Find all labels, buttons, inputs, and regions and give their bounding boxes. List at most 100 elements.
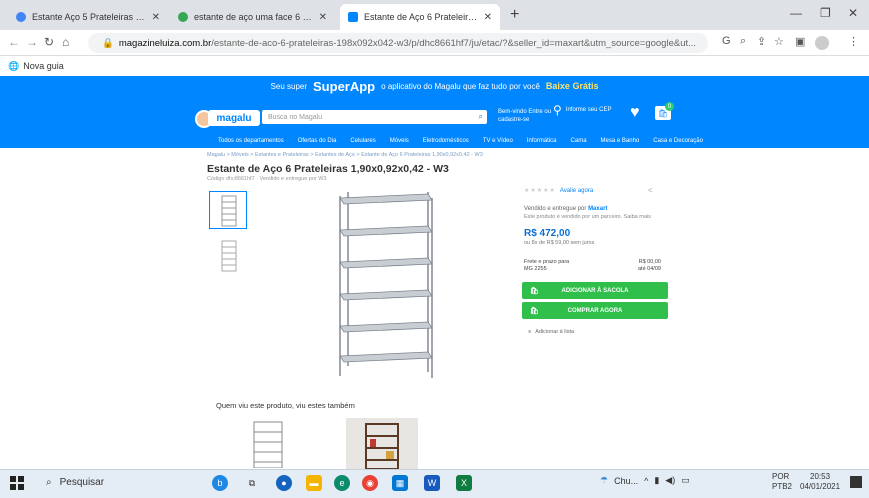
new-tab-button[interactable]: + <box>510 6 519 24</box>
tab-2[interactable]: estante de aço uma face 6 prate... ✕ <box>170 4 335 30</box>
back-icon[interactable]: ← <box>8 35 20 49</box>
clock[interactable]: POR PTB2 20:53 04/01/2021 <box>772 472 840 492</box>
sidebar-icon[interactable]: ▣ <box>795 35 805 48</box>
taskbar-search-label: Pesquisar <box>59 477 105 488</box>
also-viewed-title: Quem viu este produto, viu estes também <box>216 401 355 410</box>
reload-icon[interactable]: ↻ <box>44 35 54 49</box>
category-2[interactable]: Celulares <box>350 138 375 144</box>
weather-icon: ☂ <box>600 475 609 485</box>
tab-1-title: Estante Aço 5 Prateleiras Com 1,... <box>32 12 146 22</box>
promo-text: Seu super <box>270 81 308 91</box>
address-bar[interactable]: 🔒 magazineluiza.com.br /estante-de-aco-6… <box>88 33 708 53</box>
promo-cta[interactable]: Baixe Grátis <box>546 81 599 91</box>
installments-text: ou 8x de R$ 59,00 sem juros <box>524 240 595 246</box>
forward-icon[interactable]: → <box>26 35 38 49</box>
category-5[interactable]: TV e Vídeo <box>483 138 513 144</box>
shipping-label[interactable]: Frete e prazo para MG 2255 <box>524 259 569 273</box>
cart-count-badge: 0 <box>665 102 674 111</box>
product-title: Estante de Aço 6 Prateleiras 1,90x0,92x0… <box>207 163 449 175</box>
category-4[interactable]: Eletrodomésticos <box>423 138 469 144</box>
shelf-thumbnail-image <box>221 240 237 272</box>
magalu-icon <box>348 12 358 22</box>
product-thumbnail-1[interactable] <box>209 191 247 229</box>
google-icon <box>16 12 26 22</box>
magalu-logo[interactable]: magalu <box>208 110 260 126</box>
category-0[interactable]: Todos os departamentos <box>218 138 284 144</box>
file-explorer-icon[interactable]: ▬ <box>306 475 322 491</box>
minimize-icon[interactable]: — <box>790 6 802 20</box>
add-to-list-link[interactable]: ≡ Adicionar à lista <box>528 329 574 335</box>
zoom-icon[interactable]: ⌕ <box>740 35 746 48</box>
app-icon[interactable]: ● <box>276 475 292 491</box>
network-icon[interactable]: ▮ <box>654 475 659 486</box>
word-icon[interactable]: W <box>424 475 440 491</box>
maximize-icon[interactable]: ❐ <box>820 6 831 20</box>
category-7[interactable]: Cama <box>571 138 587 144</box>
category-3[interactable]: Móveis <box>390 138 409 144</box>
google-lens-icon[interactable]: G <box>722 35 731 47</box>
recommended-product-image-2 <box>365 423 399 470</box>
location-pin-icon: ⚲ <box>553 103 562 117</box>
close-icon[interactable]: ✕ <box>152 12 160 23</box>
login-link[interactable]: Bem-vindo Entre ou cadastre-se <box>498 108 558 124</box>
seller-name[interactable]: Maxart <box>588 206 607 212</box>
keyboard-icon[interactable]: ▭ <box>681 475 690 486</box>
cep-label: Informe seu CEP <box>565 107 612 113</box>
volume-icon[interactable]: ◀) <box>665 475 675 486</box>
windows-start-icon[interactable] <box>10 476 24 490</box>
product-thumbnail-2[interactable] <box>209 236 247 274</box>
cep-link[interactable]: ⚲ Informe seu CEP <box>553 103 623 117</box>
excel-icon[interactable]: X <box>456 475 472 491</box>
category-9[interactable]: Casa e Decoração <box>653 138 703 144</box>
add-to-list-label: Adicionar à lista <box>535 329 575 335</box>
browser-toolbar: ← → ↻ ⌂ 🔒 magazineluiza.com.br /estante-… <box>0 30 869 56</box>
category-6[interactable]: Informática <box>527 138 557 144</box>
share-icon[interactable]: < <box>648 186 653 195</box>
close-window-icon[interactable]: ✕ <box>848 6 858 20</box>
profile-icon[interactable] <box>815 36 829 50</box>
promo-banner[interactable]: Seu super SuperApp o aplicativo do Magal… <box>0 76 869 96</box>
system-tray[interactable]: ☂ Chu... ^ ▮ ◀) ▭ <box>600 475 690 486</box>
recommended-product-card-2[interactable] <box>346 418 418 470</box>
time: 20:53 <box>810 472 831 481</box>
category-8[interactable]: Mesa e Banho <box>601 138 640 144</box>
tray-chevron-icon[interactable]: ^ <box>644 476 648 486</box>
seller-info: Vendido e entregue por Maxart <box>524 206 607 212</box>
datetime: 20:53 04/01/2021 <box>800 472 840 492</box>
share-icon[interactable]: ⇪ <box>757 35 766 48</box>
store-icon[interactable]: ▦ <box>392 475 408 491</box>
promo-brand: SuperApp <box>313 78 376 94</box>
edge-icon[interactable]: e <box>334 475 350 491</box>
language-indicator[interactable]: POR PTB2 <box>772 472 792 492</box>
close-icon[interactable]: ✕ <box>319 12 327 23</box>
menu-icon[interactable]: ⋮ <box>848 35 859 48</box>
taskbar-search[interactable]: ⌕ Pesquisar <box>46 477 104 488</box>
bookmark-nova-guia[interactable]: Nova guia <box>23 61 64 71</box>
tab-1[interactable]: Estante Aço 5 Prateleiras Com 1,... ✕ <box>8 4 168 30</box>
tab-3-title: Estante de Aço 6 Prateleiras 1,90... <box>364 12 478 22</box>
wishlist-heart-icon[interactable]: ♥ <box>630 104 640 122</box>
recommended-product-image-1[interactable] <box>248 418 288 468</box>
chrome-icon[interactable]: ◉ <box>362 475 378 491</box>
tab-3[interactable]: Estante de Aço 6 Prateleiras 1,90... ✕ <box>340 4 500 30</box>
lock-icon: 🔒 <box>102 37 114 49</box>
buy-now-label: COMPRAR AGORA <box>567 307 623 314</box>
notifications-icon[interactable] <box>850 476 862 488</box>
category-1[interactable]: Ofertas do Dia <box>298 138 337 144</box>
search-icon[interactable]: ⌕ <box>479 112 483 122</box>
search-icon: ⌕ <box>46 477 52 488</box>
breadcrumb[interactable]: Magalu > Móveis > Estantes e Prateleiras… <box>207 152 483 158</box>
search-placeholder: Busca no Magalu <box>268 113 323 121</box>
product-main-image[interactable] <box>330 190 438 380</box>
add-to-bag-button[interactable]: 🛍 ADICIONAR À SACOLA <box>522 282 668 299</box>
home-icon[interactable]: ⌂ <box>62 35 69 49</box>
search-input[interactable]: Busca no Magalu ⌕ <box>262 110 487 124</box>
promo-middle: o aplicativo do Magalu que faz tudo por … <box>381 81 540 91</box>
cortana-icon[interactable]: b <box>212 475 228 491</box>
category-bar: Todos os departamentos Ofertas do Dia Ce… <box>0 134 869 148</box>
close-icon[interactable]: ✕ <box>484 12 492 23</box>
rating-link[interactable]: Avalie agora <box>560 188 593 194</box>
buy-now-button[interactable]: 🛍 COMPRAR AGORA <box>522 302 668 319</box>
task-view-icon[interactable]: ⧉ <box>244 475 260 491</box>
star-icon[interactable]: ☆ <box>774 35 784 48</box>
